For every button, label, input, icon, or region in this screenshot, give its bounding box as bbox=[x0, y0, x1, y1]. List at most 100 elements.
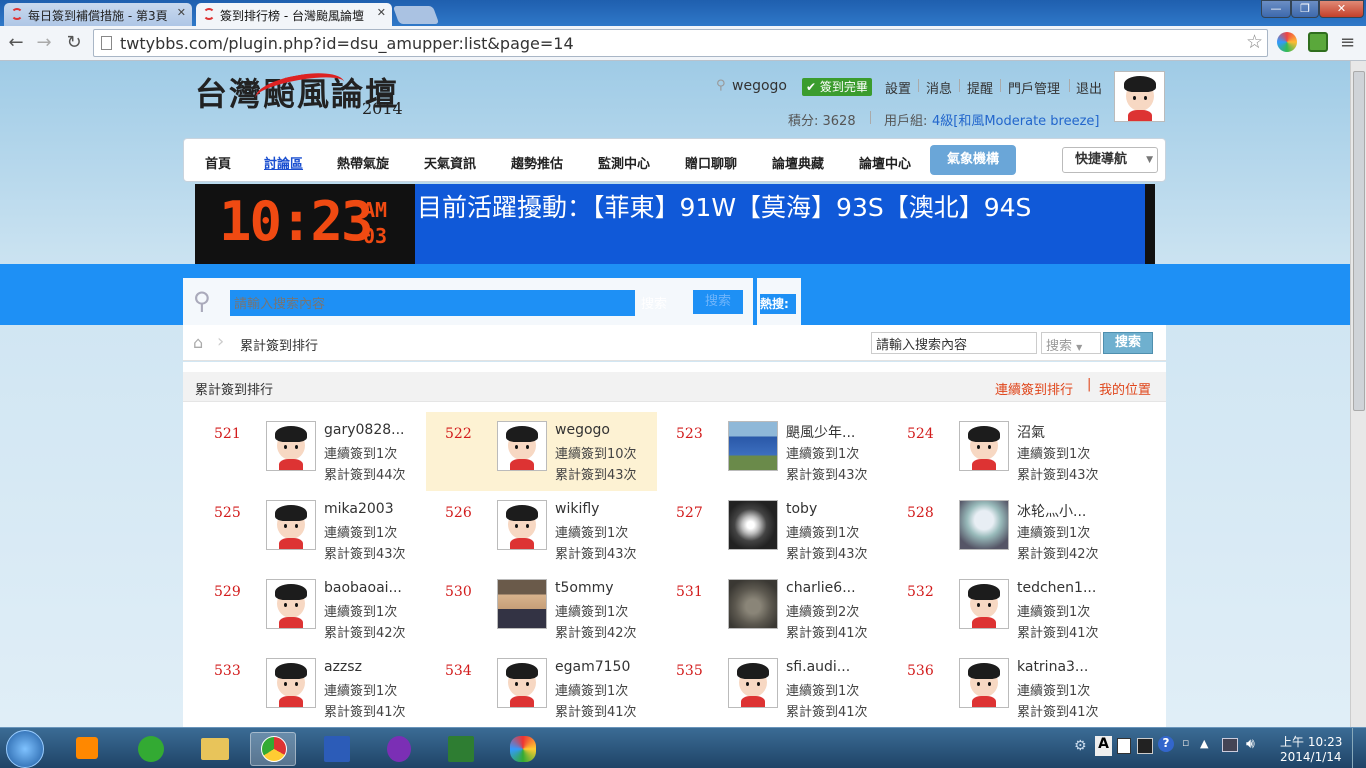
close-tab-icon[interactable]: ✕ bbox=[377, 6, 386, 19]
username-link[interactable]: charlie6... bbox=[786, 580, 856, 596]
user-avatar[interactable] bbox=[266, 421, 316, 471]
show-desktop-button[interactable] bbox=[1352, 728, 1366, 768]
minimize-button[interactable]: — bbox=[1261, 0, 1291, 18]
green-app-icon[interactable] bbox=[128, 732, 174, 766]
plugin-search-type-select[interactable]: 搜索 ▼ bbox=[1041, 332, 1101, 354]
photo-avatar[interactable] bbox=[497, 579, 547, 629]
nav-chat[interactable]: 贈口聊聊 bbox=[685, 153, 737, 172]
messages-link[interactable]: 消息 bbox=[926, 78, 952, 97]
notifications-link[interactable]: 提醒 bbox=[967, 78, 993, 97]
user-avatar[interactable] bbox=[959, 658, 1009, 708]
back-arrow-icon[interactable]: ← bbox=[4, 31, 28, 55]
paint-icon[interactable] bbox=[500, 732, 546, 766]
file-explorer-icon[interactable] bbox=[192, 732, 238, 766]
plugin-search-input[interactable] bbox=[871, 332, 1037, 354]
page-scrollbar[interactable] bbox=[1350, 61, 1366, 727]
header-avatar[interactable] bbox=[1114, 71, 1165, 122]
user-avatar[interactable] bbox=[728, 658, 778, 708]
network-app-icon[interactable]: ⚙ bbox=[1074, 738, 1087, 754]
word-icon[interactable] bbox=[314, 732, 360, 766]
bookmark-star-icon[interactable]: ☆ bbox=[1246, 31, 1263, 53]
close-window-button[interactable]: ✕ bbox=[1319, 0, 1364, 18]
search-type-select[interactable]: 搜索 bbox=[641, 293, 667, 312]
browser-tab-ranking[interactable]: 簽到排行榜 - 台灣颱風論壇 ✕ bbox=[196, 3, 392, 26]
logout-link[interactable]: 退出 bbox=[1076, 78, 1102, 97]
nav-forum-center[interactable]: 論壇中心 bbox=[859, 153, 911, 172]
group-photo-avatar[interactable] bbox=[728, 421, 778, 471]
nav-weather-info[interactable]: 天氣資訊 bbox=[424, 153, 476, 172]
username-link[interactable]: 沼氣 bbox=[1017, 422, 1045, 442]
reload-icon[interactable]: ↻ bbox=[62, 31, 86, 55]
username-link[interactable]: gary0828... bbox=[324, 422, 405, 438]
media-player-icon[interactable] bbox=[64, 732, 110, 766]
ime-tool-icon[interactable] bbox=[1137, 738, 1153, 754]
show-hidden-icons-icon[interactable]: ▲ bbox=[1200, 737, 1208, 750]
nav-weather-agencies[interactable]: 氣象機構 bbox=[930, 145, 1016, 175]
scrollbar-thumb[interactable] bbox=[1353, 71, 1365, 411]
portal-admin-link[interactable]: 門戶管理 bbox=[1008, 78, 1060, 97]
nav-tropical-cyclone[interactable]: 熱帶氣旋 bbox=[337, 153, 389, 172]
username-link[interactable]: wikifly bbox=[555, 501, 599, 517]
tray-date[interactable]: 2014/1/14 bbox=[1280, 750, 1342, 764]
continuous-ranking-link[interactable]: 連續簽到排行 bbox=[995, 379, 1073, 398]
my-position-link[interactable]: 我的位置 bbox=[1099, 379, 1151, 398]
yahoo-messenger-icon[interactable] bbox=[376, 732, 422, 766]
user-avatar[interactable] bbox=[497, 421, 547, 471]
username-link[interactable]: 冰轮灬小... bbox=[1017, 501, 1086, 521]
nav-trend-forecast[interactable]: 趨勢推估 bbox=[511, 153, 563, 172]
user-avatar[interactable] bbox=[266, 579, 316, 629]
address-bar[interactable]: twtybbs.com/plugin.php?id=dsu_amupper:li… bbox=[93, 29, 1268, 57]
user-avatar[interactable] bbox=[266, 658, 316, 708]
username-link[interactable]: tedchen1... bbox=[1017, 580, 1096, 596]
quick-navigation-dropdown[interactable]: 快捷導航 ▼ bbox=[1062, 147, 1158, 173]
user-avatar[interactable] bbox=[497, 658, 547, 708]
close-tab-icon[interactable]: ✕ bbox=[177, 6, 186, 19]
start-button-icon[interactable] bbox=[6, 730, 44, 768]
user-avatar[interactable] bbox=[959, 579, 1009, 629]
username-link[interactable]: wegogo bbox=[732, 78, 787, 94]
site-search-button[interactable]: 搜索 bbox=[693, 290, 743, 314]
username-link[interactable]: azzsz bbox=[324, 659, 362, 675]
nav-forum[interactable]: 討論區 bbox=[264, 153, 303, 172]
typhoon-satellite-avatar[interactable] bbox=[728, 500, 778, 550]
username-link[interactable]: katrina3... bbox=[1017, 659, 1088, 675]
help-icon[interactable]: ? bbox=[1158, 736, 1174, 752]
ime-indicator[interactable]: A bbox=[1095, 736, 1112, 756]
user-avatar[interactable] bbox=[266, 500, 316, 550]
restore-button[interactable]: ❐ bbox=[1291, 0, 1319, 18]
username-link[interactable]: toby bbox=[786, 501, 817, 517]
anime-avatar[interactable] bbox=[959, 500, 1009, 550]
username-link[interactable]: t5ommy bbox=[555, 580, 614, 596]
extension-green-icon[interactable] bbox=[1308, 32, 1328, 52]
browser-tab-checkin-compensation[interactable]: 每日簽到補償措施 - 第3頁 ✕ bbox=[4, 3, 192, 26]
usergroup-link[interactable]: 4級[和風Moderate breeze] bbox=[932, 110, 1100, 129]
tray-time[interactable]: 上午 10:23 bbox=[1280, 733, 1342, 750]
username-link[interactable]: baobaoai... bbox=[324, 580, 402, 596]
chrome-taskbar-icon[interactable] bbox=[250, 732, 296, 766]
nav-home[interactable]: 首頁 bbox=[205, 153, 231, 172]
new-tab-button[interactable] bbox=[392, 6, 440, 24]
plugin-search-button[interactable]: 搜索 bbox=[1103, 332, 1153, 354]
extension-colorwheel-icon[interactable] bbox=[1277, 32, 1297, 52]
checkin-status-badge[interactable]: ✔ 簽到完畢 bbox=[802, 78, 872, 96]
user-avatar[interactable] bbox=[959, 421, 1009, 471]
forward-arrow-icon[interactable]: → bbox=[32, 31, 56, 55]
volume-icon[interactable]: 🔊︎ bbox=[1246, 736, 1255, 752]
username-link[interactable]: egam7150 bbox=[555, 659, 630, 675]
username-link[interactable]: 颶風少年... bbox=[786, 422, 855, 442]
nav-monitoring-center[interactable]: 監測中心 bbox=[598, 153, 650, 172]
site-search-input[interactable] bbox=[230, 290, 635, 316]
username-link[interactable]: wegogo bbox=[555, 422, 610, 438]
menu-icon[interactable]: ≡ bbox=[1340, 32, 1355, 53]
username-link[interactable]: sfi.audi... bbox=[786, 659, 850, 675]
excel-icon[interactable] bbox=[438, 732, 484, 766]
settings-link[interactable]: 設置 bbox=[885, 78, 911, 97]
ime-options-icon[interactable]: ▫ bbox=[1182, 736, 1189, 749]
network-icon[interactable] bbox=[1222, 738, 1238, 752]
nav-archive[interactable]: 論壇典藏 bbox=[772, 153, 824, 172]
cat-avatar[interactable] bbox=[728, 579, 778, 629]
username-link[interactable]: mika2003 bbox=[324, 501, 394, 517]
ime-mode-icon[interactable] bbox=[1117, 738, 1131, 754]
user-avatar[interactable] bbox=[497, 500, 547, 550]
home-icon[interactable]: ⌂ bbox=[193, 333, 203, 352]
